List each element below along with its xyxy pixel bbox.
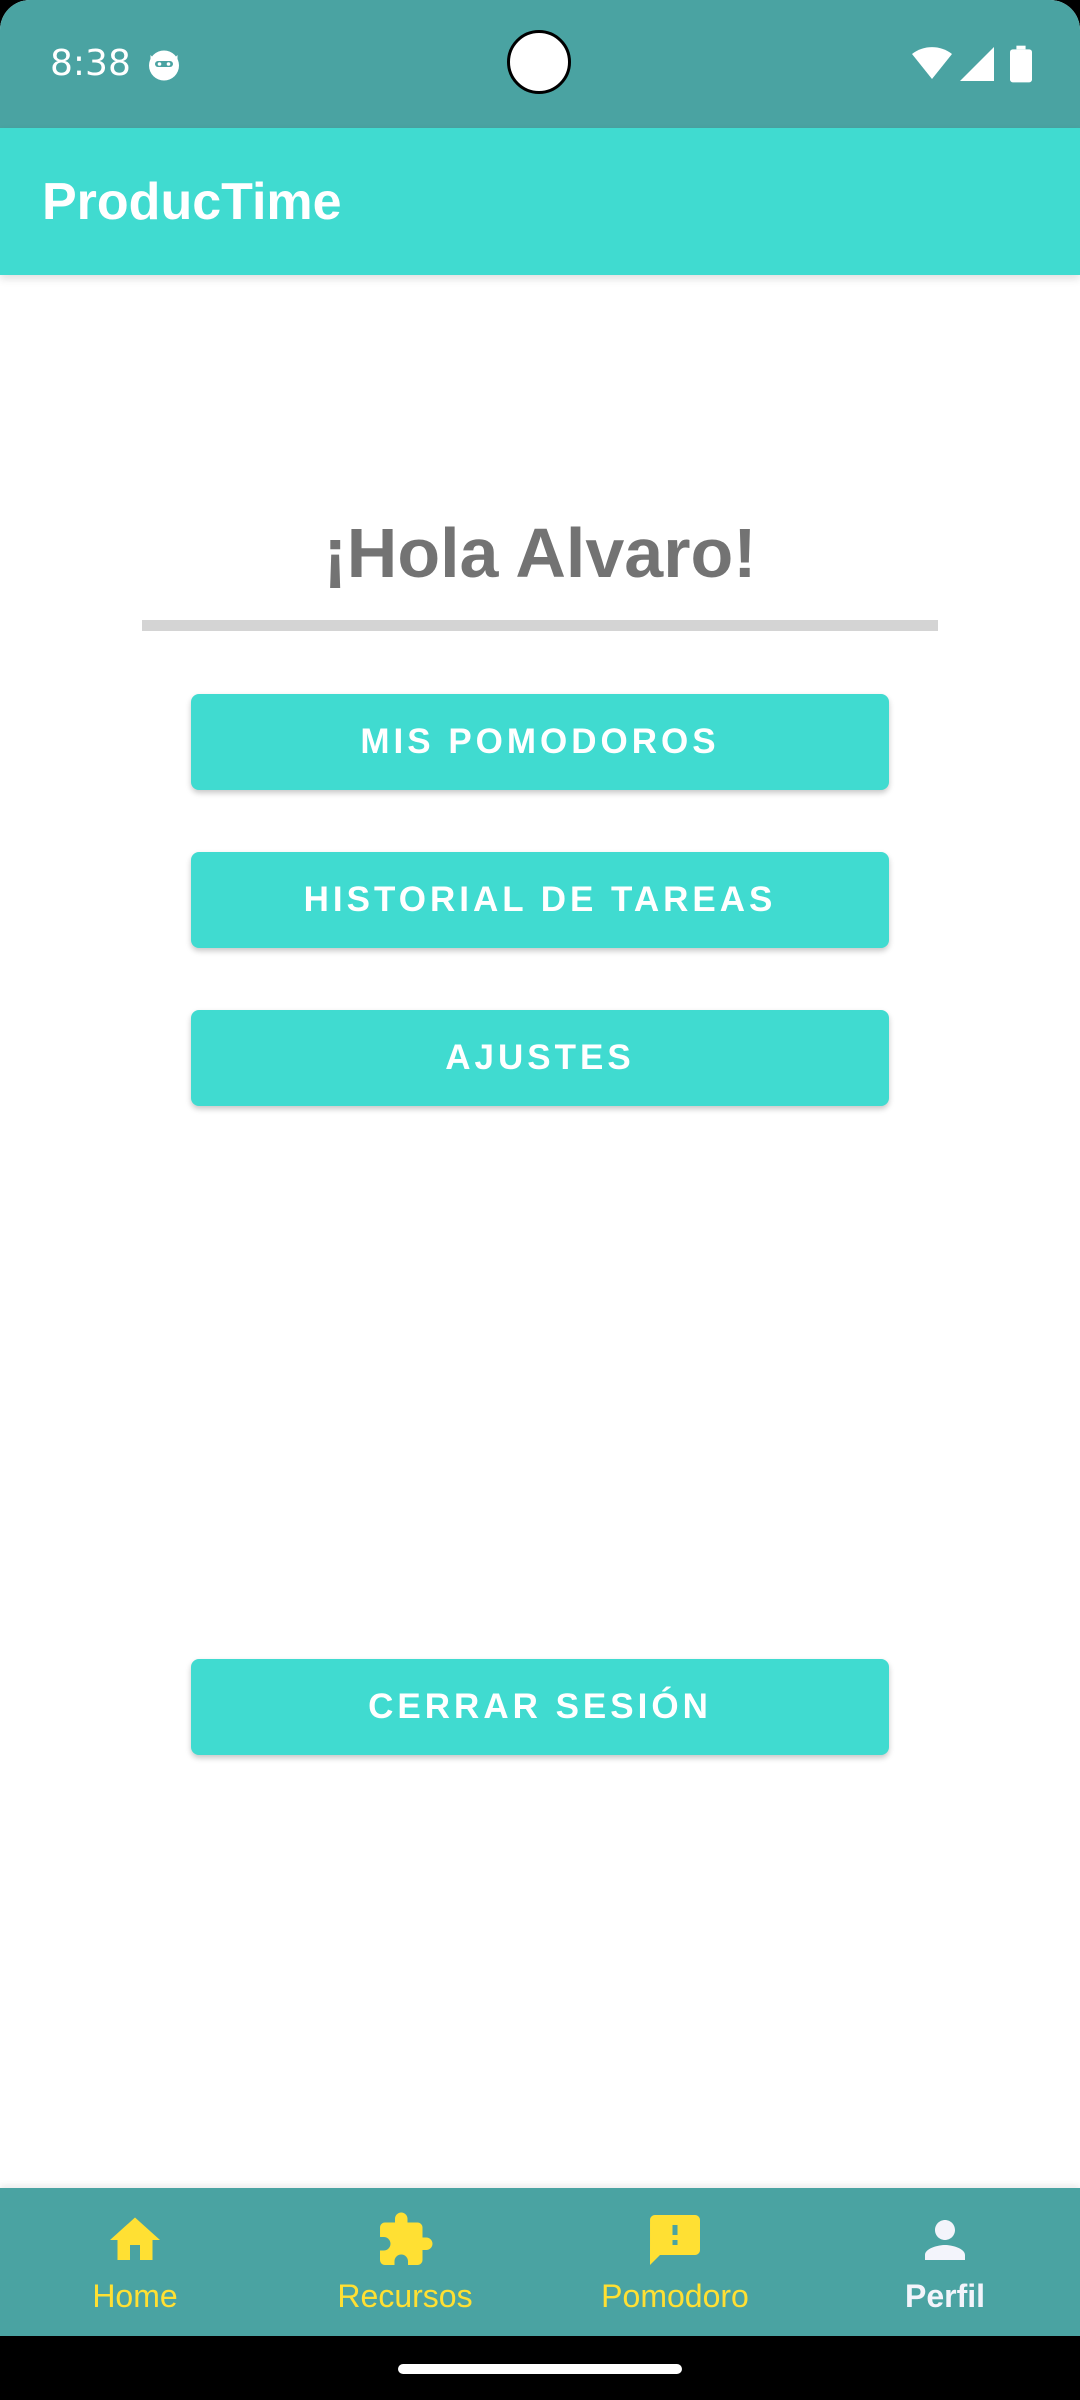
app-bar: ProducTime — [0, 128, 1080, 275]
historial-de-tareas-button[interactable]: HISTORIAL DE TAREAS — [191, 852, 889, 948]
screen: 8:38 ProducTime ¡Hola Alvaro! MIS POMODO… — [0, 0, 1080, 2400]
nav-item-pomodoro[interactable]: Pomodoro — [540, 2188, 810, 2336]
bottom-navigation: Home Recursos Pomodoro Perfil — [0, 2188, 1080, 2336]
cat-face-icon — [149, 50, 179, 81]
gesture-handle[interactable] — [398, 2364, 682, 2374]
mis-pomodoros-button[interactable]: MIS POMODOROS — [191, 694, 889, 790]
status-time: 8:38 — [50, 43, 131, 84]
nav-item-recursos[interactable]: Recursos — [270, 2188, 540, 2336]
nav-label-home: Home — [92, 2278, 178, 2314]
status-bar: 8:38 — [0, 0, 1080, 128]
greeting-divider — [142, 620, 938, 631]
battery-icon — [1010, 45, 1032, 83]
cell-signal-icon — [960, 47, 994, 81]
gesture-area — [0, 2336, 1080, 2400]
puzzle-icon — [380, 2212, 433, 2265]
greeting-title: ¡Hola Alvaro! — [323, 514, 757, 592]
nav-label-recursos: Recursos — [337, 2278, 473, 2314]
nav-label-perfil: Perfil — [904, 2278, 986, 2314]
alert-message-icon — [650, 2215, 700, 2265]
nav-label-pomodoro: Pomodoro — [601, 2278, 749, 2314]
wifi-icon — [912, 47, 952, 79]
cerrar-sesion-button[interactable]: CERRAR SESIÓN — [191, 1659, 889, 1755]
nav-item-perfil[interactable]: Perfil — [810, 2188, 1080, 2336]
ajustes-button[interactable]: AJUSTES — [191, 1010, 889, 1106]
nav-item-home[interactable]: Home — [0, 2188, 270, 2336]
app-title: ProducTime — [42, 173, 342, 231]
home-icon — [110, 2217, 160, 2260]
person-icon — [925, 2220, 965, 2260]
camera-cutout — [507, 30, 571, 94]
status-indicators — [912, 44, 1032, 84]
